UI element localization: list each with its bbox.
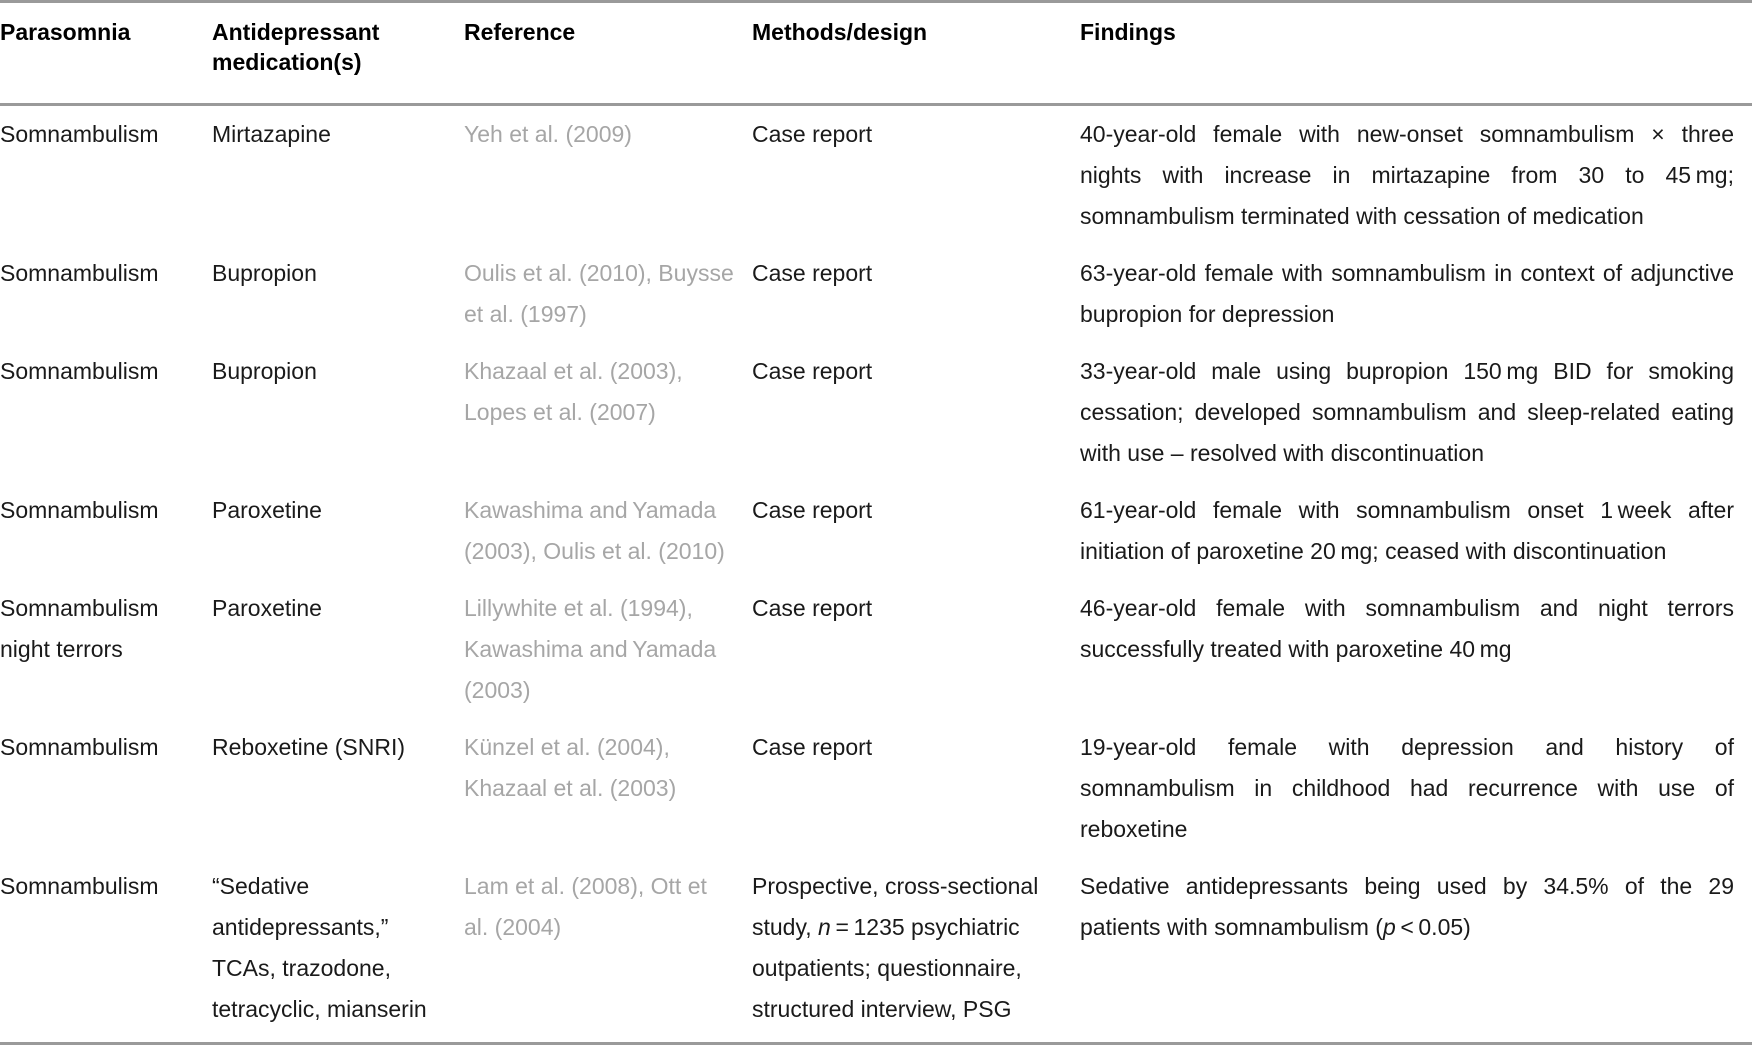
cell-reference: Lam et al. (2008), Ott et al. (2004) bbox=[464, 873, 707, 940]
cell-reference: Yeh et al. (2009) bbox=[464, 121, 632, 147]
cell-methods: Case report bbox=[752, 121, 873, 147]
cell-findings: Sedative antidepressants being used by 3… bbox=[1080, 873, 1734, 940]
cell-parasomnia: Somnambulism bbox=[0, 358, 159, 384]
cell-medication: Bupropion bbox=[212, 260, 317, 286]
table-row: Somnambulism night terrors Paroxetine Li… bbox=[0, 580, 1752, 719]
table-header: Parasomnia Antidepressant medication(s) … bbox=[0, 1, 1752, 106]
cell-methods: Prospective, cross-sectional study, n = … bbox=[752, 873, 1039, 1022]
cell-findings: 40-year-old female with new-onset somnam… bbox=[1080, 121, 1734, 229]
cell-methods: Case report bbox=[752, 260, 873, 286]
column-header-medication: Antidepressant medication(s) bbox=[212, 1, 464, 106]
cell-findings: 61-year-old female with somnambulism ons… bbox=[1080, 497, 1734, 564]
cell-reference: Kawashima and Yamada (2003), Oulis et al… bbox=[464, 497, 725, 564]
cell-parasomnia: Somnambulism bbox=[0, 873, 159, 899]
cell-methods: Case report bbox=[752, 358, 873, 384]
table-body: Somnambulism Mirtazapine Yeh et al. (200… bbox=[0, 105, 1752, 1043]
column-header-reference: Reference bbox=[464, 1, 752, 106]
cell-parasomnia: Somnambulism bbox=[0, 497, 159, 523]
cell-findings: 33-year-old male using bupropion 150 mg … bbox=[1080, 358, 1734, 466]
cell-medication: Mirtazapine bbox=[212, 121, 331, 147]
column-header-parasomnia: Parasomnia bbox=[0, 1, 212, 106]
cell-findings: 19-year-old female with depression and h… bbox=[1080, 734, 1734, 842]
table-row: Somnambulism “Sedative antidepressants,”… bbox=[0, 858, 1752, 1042]
cell-reference: Oulis et al. (2010), Buysse et al. (1997… bbox=[464, 260, 734, 327]
cell-reference: Khazaal et al. (2003), Lopes et al. (200… bbox=[464, 358, 683, 425]
column-header-methods: Methods/design bbox=[752, 1, 1080, 106]
cell-reference: Lillywhite et al. (1994), Kawashima and … bbox=[464, 595, 717, 703]
column-header-findings: Findings bbox=[1080, 1, 1752, 106]
cell-findings: 46-year-old female with somnambulism and… bbox=[1080, 595, 1734, 662]
cell-medication: Paroxetine bbox=[212, 497, 322, 523]
cell-parasomnia: Somnambulism night terrors bbox=[0, 595, 159, 662]
cell-findings: 63-year-old female with somnambulism in … bbox=[1080, 260, 1734, 327]
cell-parasomnia: Somnambulism bbox=[0, 734, 159, 760]
cell-medication: Reboxetine (SNRI) bbox=[212, 734, 406, 760]
table-row: Somnambulism Bupropion Khazaal et al. (2… bbox=[0, 343, 1752, 482]
table-row: Somnambulism Mirtazapine Yeh et al. (200… bbox=[0, 105, 1752, 246]
table-header-row: Parasomnia Antidepressant medication(s) … bbox=[0, 1, 1752, 106]
table-row: Somnambulism Reboxetine (SNRI) Künzel et… bbox=[0, 719, 1752, 858]
table-container: Parasomnia Antidepressant medication(s) … bbox=[0, 0, 1752, 1045]
table-row: Somnambulism Bupropion Oulis et al. (201… bbox=[0, 245, 1752, 343]
table-row: Somnambulism Paroxetine Kawashima and Ya… bbox=[0, 482, 1752, 580]
cell-medication: Bupropion bbox=[212, 358, 317, 384]
cell-methods: Case report bbox=[752, 497, 873, 523]
cell-reference: Künzel et al. (2004), Khazaal et al. (20… bbox=[464, 734, 677, 801]
cell-methods: Case report bbox=[752, 595, 873, 621]
cell-medication: Paroxetine bbox=[212, 595, 322, 621]
cell-parasomnia: Somnambulism bbox=[0, 121, 159, 147]
cell-medication: “Sedative antidepressants,” TCAs, trazod… bbox=[212, 873, 427, 1022]
parasomnia-antidepressant-table: Parasomnia Antidepressant medication(s) … bbox=[0, 0, 1752, 1042]
cell-parasomnia: Somnambulism bbox=[0, 260, 159, 286]
cell-methods: Case report bbox=[752, 734, 873, 760]
